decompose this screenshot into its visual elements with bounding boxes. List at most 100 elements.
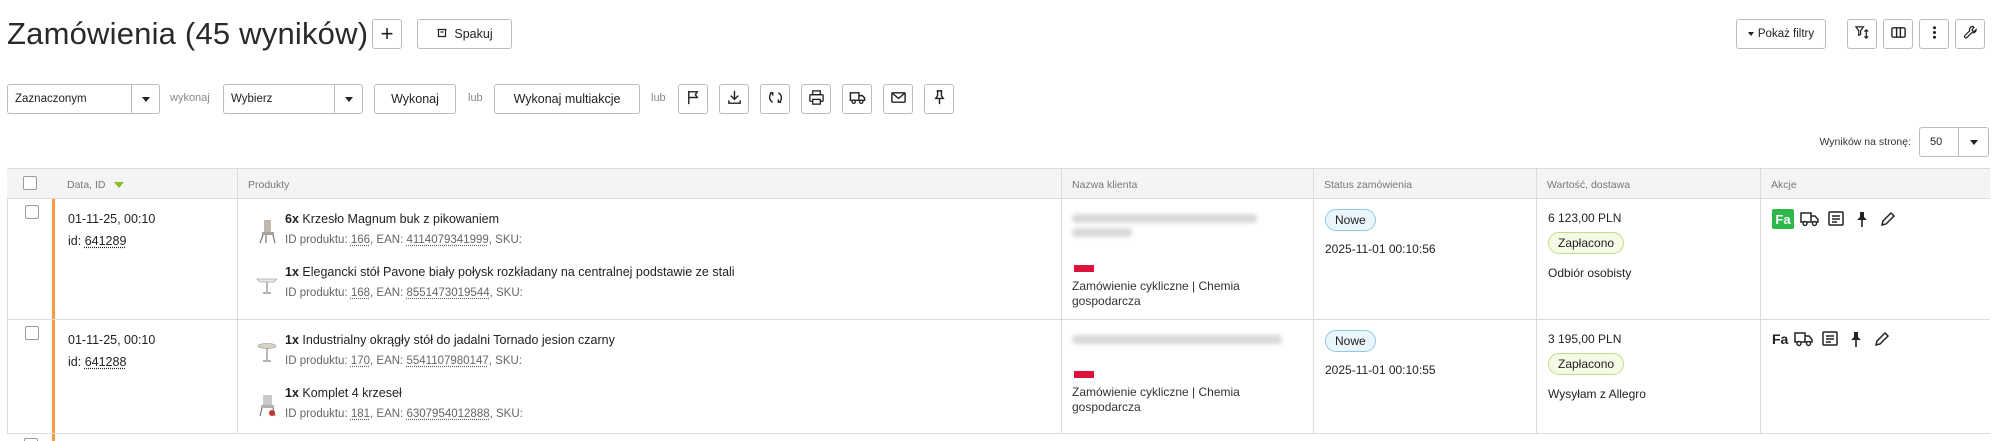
ean-link[interactable]: 4114079341999 [406, 234, 488, 246]
product-qty: 1x [285, 265, 299, 279]
sku-label: , SKU: [490, 408, 523, 420]
execute-text: wykonaj [170, 92, 210, 104]
per-page-select[interactable]: 50 [1919, 127, 1989, 157]
page-title: Zamówienia (45 wyników) [7, 16, 368, 52]
product-qty: 1x [285, 386, 299, 400]
header-products: Produkty [237, 169, 1061, 199]
sku-label: , SKU: [490, 287, 523, 299]
more-options-button[interactable] [1919, 19, 1949, 49]
table-row[interactable]: 01-11-25, 00:10 id: 641289 6x Krzesło Ma… [7, 199, 1990, 320]
table-row[interactable] [7, 434, 1990, 441]
table-row[interactable]: 01-11-25, 00:10 id: 641288 1x Industrial… [7, 320, 1990, 434]
order-id-prefix: id: [68, 355, 85, 369]
chairs-thumbnail [255, 392, 279, 418]
pin-icon[interactable] [1846, 330, 1866, 348]
cell-value: 6 123,00 PLN Zapłacono Odbiór osobisty [1536, 199, 1760, 319]
execute-button[interactable]: Wykonaj [374, 84, 456, 114]
row-checkbox[interactable] [25, 326, 39, 340]
invoice-icon[interactable]: Fa [1772, 331, 1788, 347]
ean-link[interactable]: 6307954012888 [406, 408, 489, 420]
order-id-link[interactable]: 641288 [85, 355, 127, 369]
download-button[interactable] [719, 84, 749, 114]
cell-client: Zamówienie cykliczne | Chemia gospodarcz… [1061, 199, 1313, 319]
chair-thumbnail [255, 218, 279, 244]
header-date-id[interactable]: Data, ID [57, 169, 237, 199]
edit-pencil-icon[interactable] [1878, 210, 1898, 228]
payment-badge: Zapłacono [1548, 232, 1624, 254]
product-id-link[interactable]: 168 [351, 287, 370, 299]
sort-filter-button[interactable] [1847, 19, 1877, 49]
status-badge[interactable]: Nowe [1325, 330, 1376, 352]
notes-icon[interactable] [1826, 210, 1846, 228]
notes-icon[interactable] [1820, 330, 1840, 348]
truck-icon[interactable] [1794, 330, 1814, 348]
row-status-marker [52, 434, 55, 441]
caret-down-icon [1748, 32, 1754, 36]
edit-pencil-icon[interactable] [1872, 330, 1892, 348]
order-id[interactable]: id: 641288 [68, 355, 126, 369]
order-amount: 6 123,00 PLN [1548, 211, 1621, 225]
cell-client: Zamówienie cykliczne | Chemia gospodarcz… [1061, 320, 1313, 433]
add-order-button[interactable]: + [372, 19, 402, 49]
status-badge[interactable]: Nowe [1325, 209, 1376, 231]
product-title: Elegancki stół Pavone biały połysk rozkł… [302, 265, 734, 279]
email-button[interactable] [883, 84, 913, 114]
order-id-link[interactable]: 641289 [85, 234, 127, 248]
round-table-thumbnail [255, 339, 279, 365]
truck-icon[interactable] [1800, 210, 1820, 228]
status-date: 2025-11-01 00:10:55 [1325, 363, 1436, 377]
action-select-value: Wybierz [231, 93, 272, 105]
invoice-issued-icon[interactable]: Fa [1772, 209, 1794, 229]
cell-value: 3 195,00 PLN Zapłacono Wysyłam z Allegro [1536, 320, 1760, 433]
action-select[interactable]: Wybierz [223, 84, 363, 114]
header-client-name: Nazwa klienta [1061, 169, 1313, 199]
table-thumbnail [255, 271, 279, 297]
product-id-link[interactable]: 181 [351, 408, 370, 420]
or-text: lub [468, 92, 483, 104]
columns-button[interactable] [1883, 19, 1913, 49]
flag-button[interactable] [678, 84, 708, 114]
shipping-button[interactable] [842, 84, 872, 114]
print-button[interactable] [801, 84, 831, 114]
page-header: Zamówienia (45 wyników) + Spakuj Pokaż f… [7, 12, 1999, 58]
settings-button[interactable] [1955, 19, 1985, 49]
pin-button[interactable] [924, 84, 954, 114]
ean-link[interactable]: 5541107980147 [406, 355, 488, 367]
sku-label: , SKU: [489, 234, 522, 246]
orders-table: Data, ID Produkty Nazwa klienta Status z… [7, 168, 1990, 441]
pack-button[interactable]: Spakuj [417, 19, 512, 49]
wrench-icon [1962, 24, 1979, 44]
select-all-checkbox[interactable] [23, 176, 37, 190]
show-filters-label: Pokaż filtry [1758, 28, 1814, 40]
product-id-link[interactable]: 166 [351, 234, 370, 246]
order-date: 01-11-25, 00:10 [68, 212, 155, 226]
product-id-label: ID produktu: [285, 287, 351, 299]
selection-scope-select[interactable]: Zaznaczonym [7, 84, 160, 114]
header-actions: Akcje [1760, 169, 1990, 199]
flag-icon [685, 89, 702, 109]
product-id-link[interactable]: 170 [351, 355, 370, 367]
filter-sort-icon [1854, 24, 1871, 44]
ean-label: , EAN: [370, 408, 406, 420]
product-title: Komplet 4 krzeseł [302, 386, 401, 400]
sync-icon [767, 89, 784, 109]
client-tag: Zamówienie cykliczne | Chemia gospodarcz… [1072, 385, 1292, 415]
poland-flag-icon [1074, 259, 1094, 272]
row-checkbox[interactable] [25, 205, 39, 219]
row-actions: Fa [1772, 209, 1898, 229]
sync-button[interactable] [760, 84, 790, 114]
ean-label: , EAN: [370, 287, 406, 299]
client-name-redacted [1072, 228, 1132, 237]
cell-actions: Fa [1760, 320, 1990, 433]
cell-status: Nowe 2025-11-01 00:10:56 [1313, 199, 1536, 319]
order-id[interactable]: id: 641289 [68, 234, 126, 248]
column-date-id-label: Data, ID [67, 179, 106, 191]
product-meta: ID produktu: 166, EAN: 4114079341999, SK… [285, 234, 522, 246]
multiaction-button[interactable]: Wykonaj multiakcje [494, 84, 640, 114]
ean-link[interactable]: 8551473019544 [406, 287, 489, 299]
show-filters-button[interactable]: Pokaż filtry [1736, 19, 1826, 49]
chevron-down-icon [1958, 128, 1988, 156]
poland-flag-icon [1074, 365, 1094, 378]
chevron-down-icon [334, 85, 362, 113]
pin-icon[interactable] [1852, 210, 1872, 228]
